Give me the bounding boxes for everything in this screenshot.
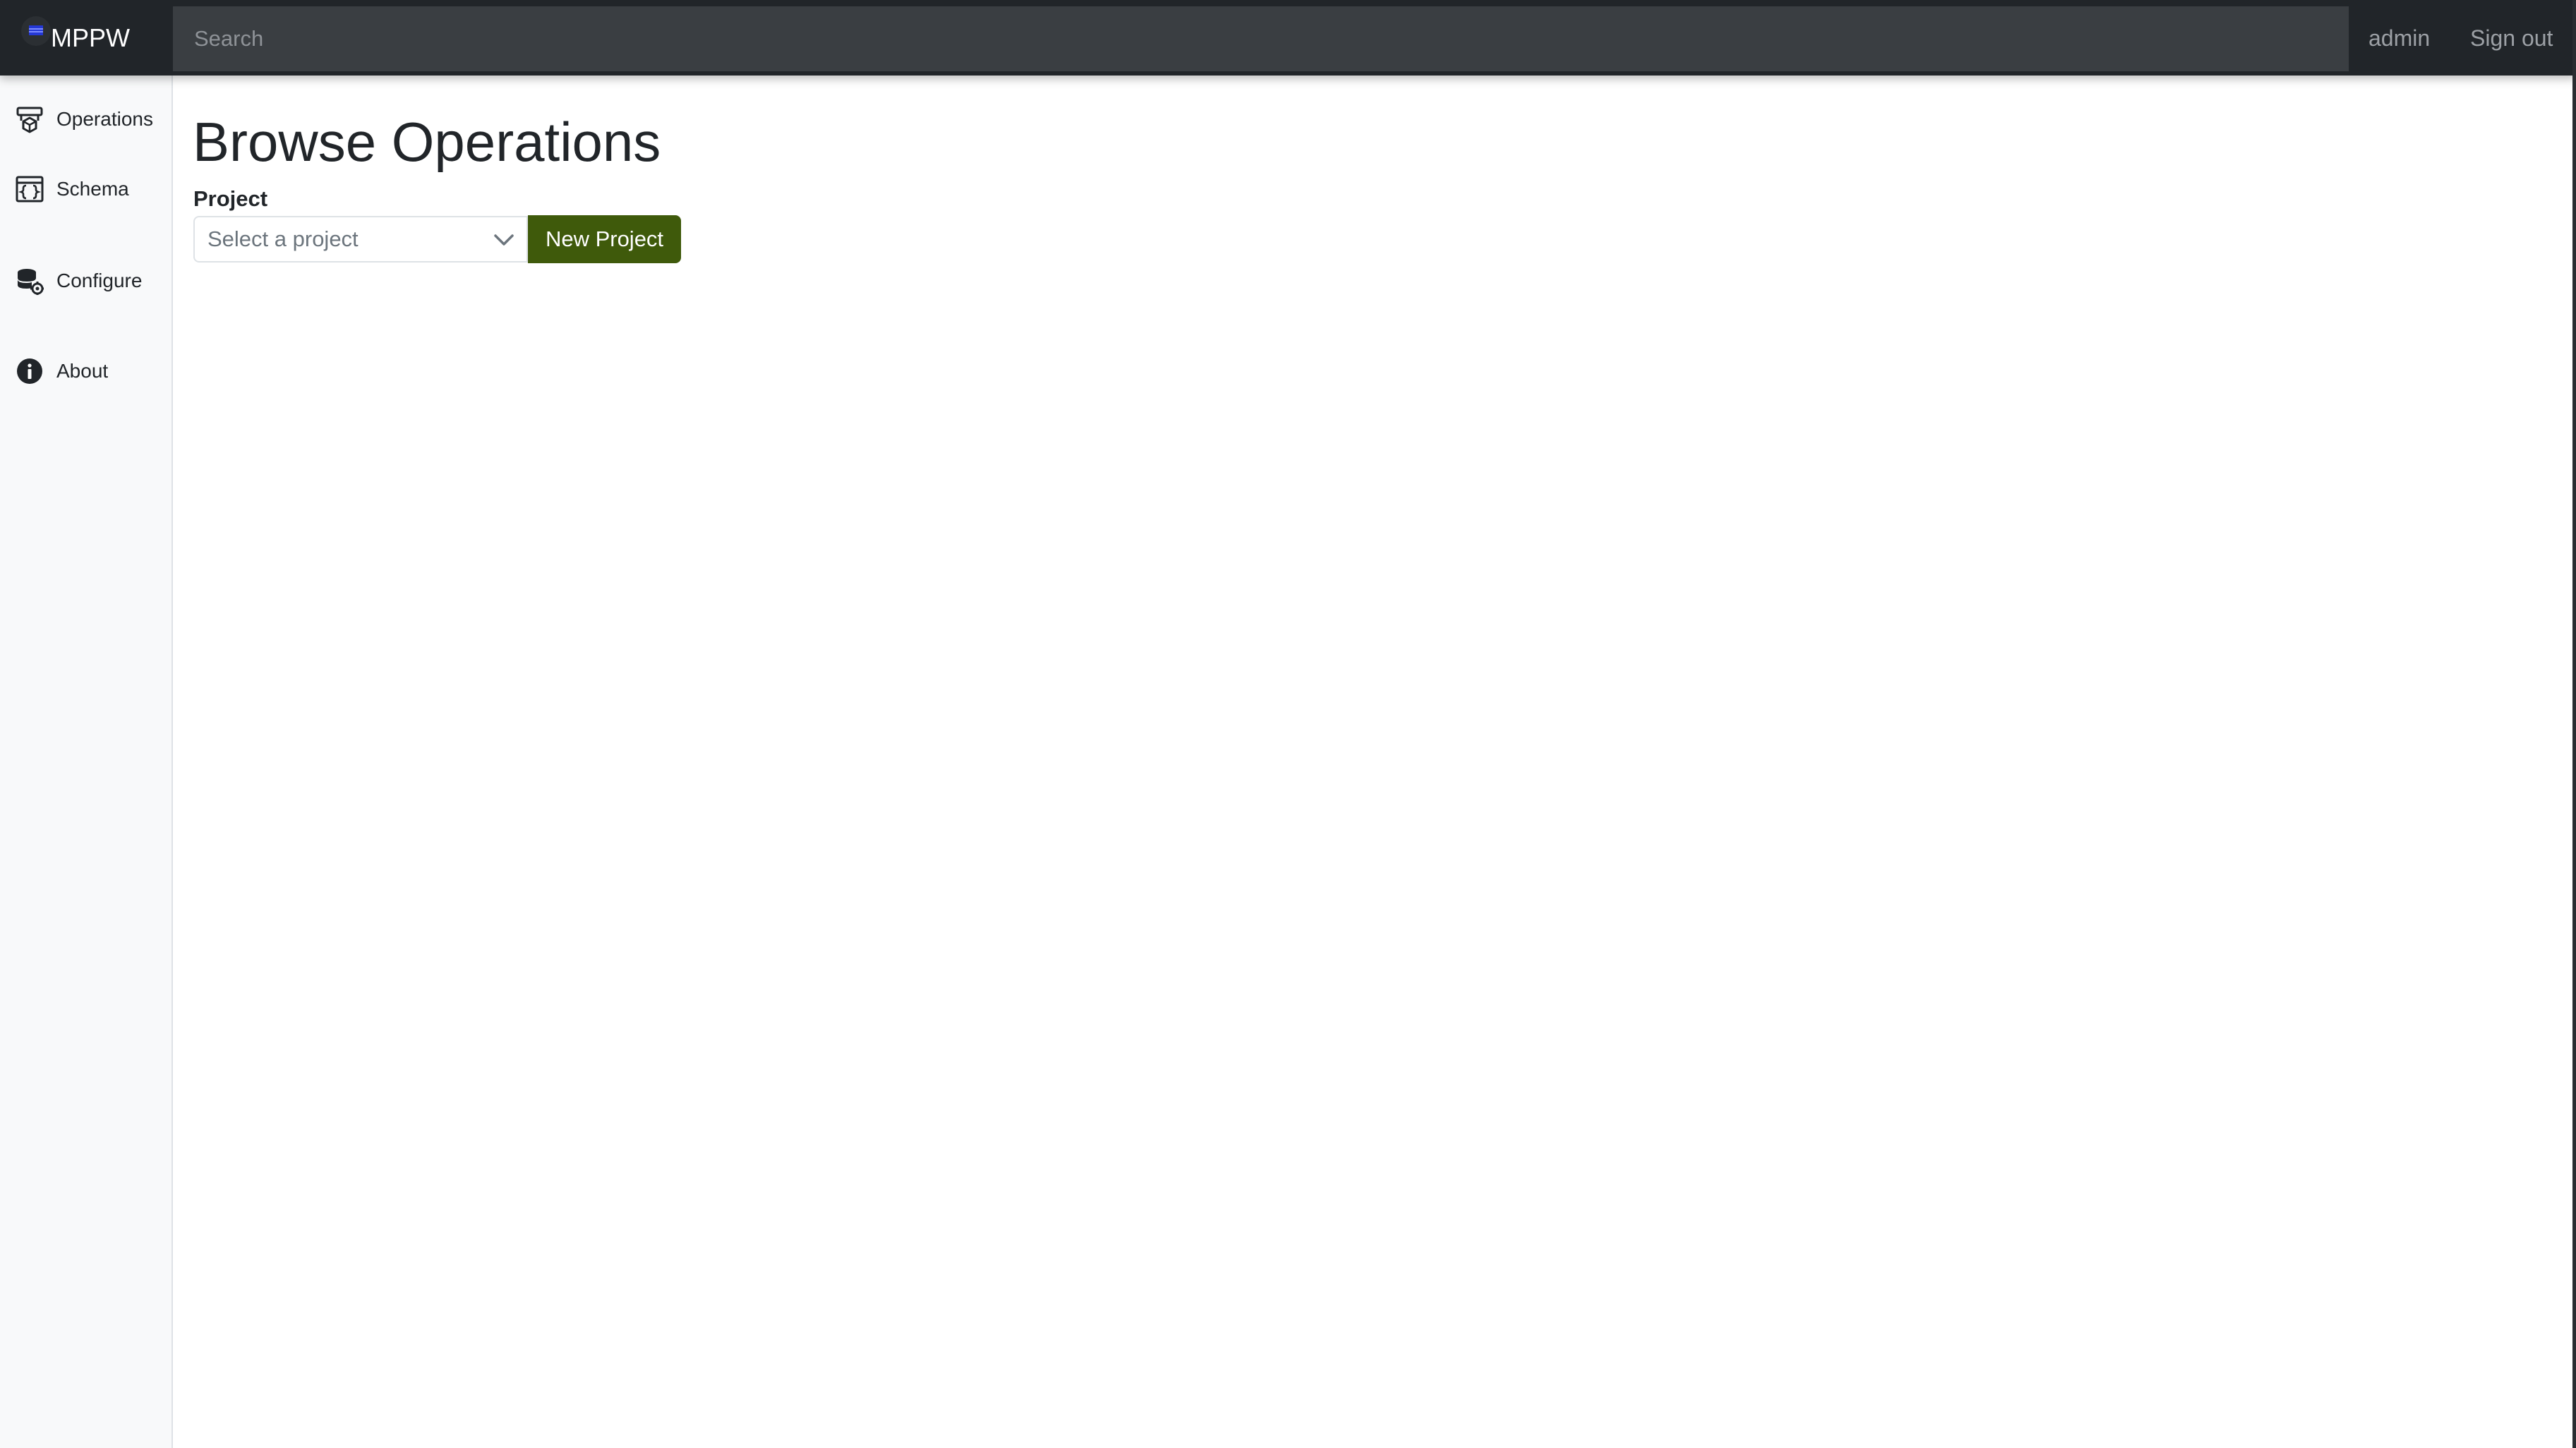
sidebar-item-label: Schema (56, 178, 129, 200)
project-select-placeholder: Select a project (207, 227, 359, 251)
sidebar-item-label: Configure (56, 270, 143, 291)
new-project-button[interactable]: New Project (528, 215, 681, 263)
configure-icon (18, 269, 44, 295)
sidebar-item-label: Operations (56, 108, 153, 130)
chevron-down-icon (494, 234, 514, 246)
project-label: Project (193, 186, 268, 211)
info-icon (17, 358, 42, 384)
sidebar-item-label: About (56, 360, 109, 382)
logo-icon (21, 16, 51, 46)
schema-icon (16, 176, 44, 203)
brand[interactable]: MPPW (20, 16, 130, 59)
sidebar-item-operations[interactable]: Operations (16, 104, 153, 135)
sidebar-item-about[interactable]: About (16, 356, 108, 387)
sidebar: Operations Schema Configure About (0, 76, 173, 1448)
project-select[interactable]: Select a project (193, 216, 528, 263)
brand-name: MPPW (51, 23, 130, 52)
sidebar-item-configure[interactable]: Configure (16, 265, 142, 296)
top-navbar: MPPW admin Sign out (0, 0, 2576, 76)
page-title: Browse Operations (193, 111, 661, 173)
search-input[interactable] (173, 6, 2349, 71)
sign-out-link[interactable]: Sign out (2470, 24, 2553, 52)
sidebar-item-schema[interactable]: Schema (16, 174, 129, 205)
operations-icon (16, 107, 43, 133)
window-edge (2572, 0, 2576, 1448)
user-menu-link[interactable]: admin (2369, 24, 2430, 52)
